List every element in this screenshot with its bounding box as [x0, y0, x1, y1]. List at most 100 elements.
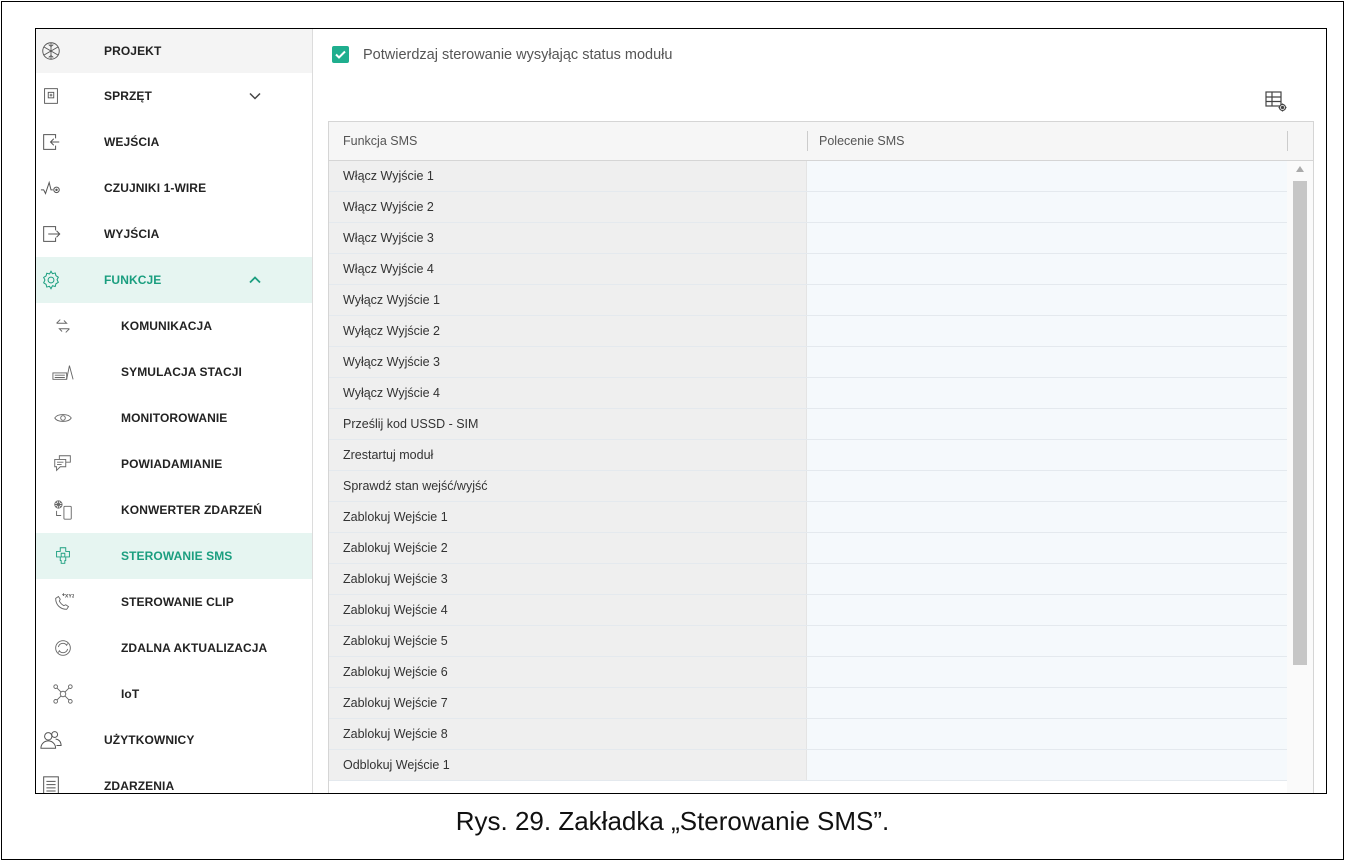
sidebar-item-komunikacja[interactable]: KOMUNIKACJA	[36, 303, 312, 349]
table-row[interactable]: Zablokuj Wejście 6	[329, 657, 1287, 688]
sms-command-cell[interactable]	[807, 378, 1287, 408]
table-row[interactable]: Zablokuj Wejście 3	[329, 564, 1287, 595]
app-window: PROJEKT SPRZĘT WEJŚCIA CZUJNIKI 1-WIRE W…	[35, 28, 1327, 794]
sidebar-item-projekt[interactable]: PROJEKT	[36, 29, 312, 73]
table-row[interactable]: Zrestartuj moduł	[329, 440, 1287, 471]
converter-icon	[52, 499, 74, 521]
sms-command-cell[interactable]	[807, 223, 1287, 253]
sms-command-cell[interactable]	[807, 440, 1287, 470]
table-header: Funkcja SMS Polecenie SMS	[329, 122, 1313, 161]
vertical-scrollbar[interactable]	[1287, 161, 1313, 793]
sms-function-cell: Zablokuj Wejście 7	[329, 688, 807, 718]
chevron-down-icon[interactable]	[248, 89, 262, 103]
sms-command-cell[interactable]	[807, 750, 1287, 780]
network-nodes-icon	[52, 683, 74, 705]
table-row[interactable]: Zablokuj Wejście 2	[329, 533, 1287, 564]
sms-command-cell[interactable]	[807, 161, 1287, 191]
column-header-command[interactable]: Polecenie SMS	[819, 134, 904, 148]
column-divider[interactable]	[807, 131, 808, 151]
column-divider[interactable]	[1287, 131, 1288, 151]
sms-function-cell: Zrestartuj moduł	[329, 440, 807, 470]
table-row[interactable]: Zablokuj Wejście 4	[329, 595, 1287, 626]
sidebar-item-zdarzenia[interactable]: ZDARZENIA	[36, 763, 312, 793]
sms-function-cell: Zablokuj Wejście 3	[329, 564, 807, 594]
sms-function-cell: Wyłącz Wyjście 2	[329, 316, 807, 346]
refresh-icon	[52, 637, 74, 659]
sidebar-item-symulacja-stacji[interactable]: SYMULACJA STACJI	[36, 349, 312, 395]
scroll-up-icon[interactable]	[1295, 165, 1305, 173]
table-row[interactable]: Zablokuj Wejście 7	[329, 688, 1287, 719]
sidebar-item-czujniki[interactable]: CZUJNIKI 1-WIRE	[36, 165, 312, 211]
sms-command-cell[interactable]	[807, 719, 1287, 749]
table-row[interactable]: Wyłącz Wyjście 4	[329, 378, 1287, 409]
table-row[interactable]: Zablokuj Wejście 5	[329, 626, 1287, 657]
sms-function-cell: Zablokuj Wejście 1	[329, 502, 807, 532]
table-row[interactable]: Wyłącz Wyjście 1	[329, 285, 1287, 316]
svg-text:XYZ: XYZ	[65, 593, 74, 599]
sms-function-cell: Zablokuj Wejście 5	[329, 626, 807, 656]
sidebar-item-konwerter-zdarzen[interactable]: KONWERTER ZDARZEŃ	[36, 487, 312, 533]
sms-function-cell: Włącz Wyjście 3	[329, 223, 807, 253]
sms-function-cell: Prześlij kod USSD - SIM	[329, 409, 807, 439]
sms-function-cell: Wyłącz Wyjście 4	[329, 378, 807, 408]
sms-command-cell[interactable]	[807, 192, 1287, 222]
sidebar-item-sterowanie-sms[interactable]: STEROWANIE SMS	[36, 533, 312, 579]
table-row[interactable]: Włącz Wyjście 1	[329, 161, 1287, 192]
sidebar-item-zdalna-aktualizacja[interactable]: ZDALNA AKTUALIZACJA	[36, 625, 312, 671]
sidebar-item-monitorowanie[interactable]: MONITOROWANIE	[36, 395, 312, 441]
sms-command-cell[interactable]	[807, 254, 1287, 284]
exchange-arrows-icon	[52, 315, 74, 337]
scrollbar-thumb[interactable]	[1293, 181, 1307, 665]
sidebar-item-label: WEJŚCIA	[104, 135, 160, 149]
table-row[interactable]: Wyłącz Wyjście 2	[329, 316, 1287, 347]
table-row[interactable]: Włącz Wyjście 2	[329, 192, 1287, 223]
table-row[interactable]: Wyłącz Wyjście 3	[329, 347, 1287, 378]
sidebar-item-label: POWIADAMIANIE	[121, 457, 223, 471]
table-row[interactable]: Sprawdź stan wejść/wyjść	[329, 471, 1287, 502]
table-row[interactable]: Odblokuj Wejście 1	[329, 750, 1287, 781]
sms-command-cell[interactable]	[807, 409, 1287, 439]
keyboard-station-icon	[52, 361, 74, 383]
sidebar-item-label: STEROWANIE SMS	[121, 549, 233, 563]
document-list-icon	[40, 775, 62, 793]
sidebar-item-funkcje[interactable]: FUNKCJE	[36, 257, 312, 303]
sms-function-cell: Zablokuj Wejście 6	[329, 657, 807, 687]
sms-command-cell[interactable]	[807, 657, 1287, 687]
sms-command-cell[interactable]	[807, 471, 1287, 501]
sidebar-item-iot[interactable]: IoT	[36, 671, 312, 717]
sms-command-cell[interactable]	[807, 564, 1287, 594]
sms-function-cell: Wyłącz Wyjście 1	[329, 285, 807, 315]
sms-command-cell[interactable]	[807, 533, 1287, 563]
sms-command-cell[interactable]	[807, 688, 1287, 718]
table-row[interactable]: Włącz Wyjście 3	[329, 223, 1287, 254]
sidebar-item-wejscia[interactable]: WEJŚCIA	[36, 119, 312, 165]
sms-command-cell[interactable]	[807, 502, 1287, 532]
sms-command-cell[interactable]	[807, 285, 1287, 315]
phone-clip-icon: XYZ	[52, 591, 74, 613]
sms-control-icon	[52, 545, 74, 567]
table-row[interactable]: Włącz Wyjście 4	[329, 254, 1287, 285]
confirm-checkbox-label[interactable]: Potwierdzaj sterowanie wysyłając status …	[363, 47, 672, 63]
column-header-function[interactable]: Funkcja SMS	[343, 134, 417, 148]
table-row[interactable]: Zablokuj Wejście 8	[329, 719, 1287, 750]
sms-command-cell[interactable]	[807, 347, 1287, 377]
sidebar-item-label: FUNKCJE	[104, 273, 162, 287]
sms-function-cell: Włącz Wyjście 2	[329, 192, 807, 222]
sidebar-item-powiadamianie[interactable]: POWIADAMIANIE	[36, 441, 312, 487]
sidebar-item-uzytkownicy[interactable]: UŻYTKOWNICY	[36, 717, 312, 763]
sms-command-cell[interactable]	[807, 626, 1287, 656]
table-row[interactable]: Prześlij kod USSD - SIM	[329, 409, 1287, 440]
sidebar-item-wyjscia[interactable]: WYJŚCIA	[36, 211, 312, 257]
sidebar-item-label: KONWERTER ZDARZEŃ	[121, 503, 263, 517]
table-settings-icon[interactable]	[1264, 89, 1288, 113]
confirm-checkbox[interactable]	[332, 46, 349, 63]
sidebar-item-sterowanie-clip[interactable]: XYZ STEROWANIE CLIP	[36, 579, 312, 625]
sidebar-item-label: UŻYTKOWNICY	[104, 733, 195, 747]
sidebar-item-label: MONITOROWANIE	[121, 411, 228, 425]
sms-command-cell[interactable]	[807, 316, 1287, 346]
sms-command-cell[interactable]	[807, 595, 1287, 625]
sidebar-item-label: SYMULACJA STACJI	[121, 365, 242, 379]
table-row[interactable]: Zablokuj Wejście 1	[329, 502, 1287, 533]
sidebar-item-sprzet[interactable]: SPRZĘT	[36, 73, 312, 119]
chevron-up-icon[interactable]	[248, 273, 262, 287]
